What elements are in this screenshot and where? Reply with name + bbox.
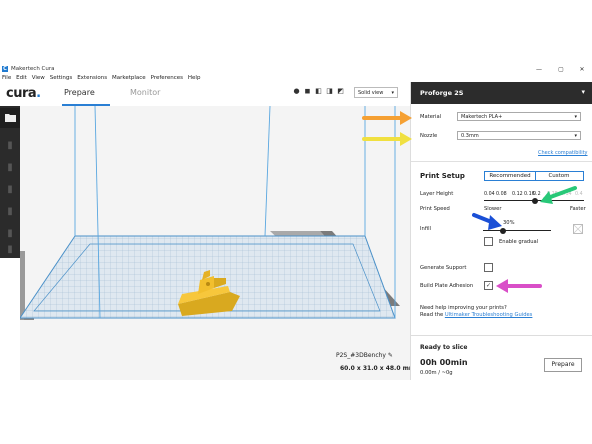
- orange-arrow-icon: [362, 111, 412, 125]
- green-arrow-icon: [540, 186, 577, 204]
- annotation-overlay: [362, 111, 577, 293]
- yellow-arrow-icon: [362, 132, 412, 146]
- magenta-arrow-icon: [496, 279, 542, 293]
- blue-arrow-icon: [472, 213, 502, 230]
